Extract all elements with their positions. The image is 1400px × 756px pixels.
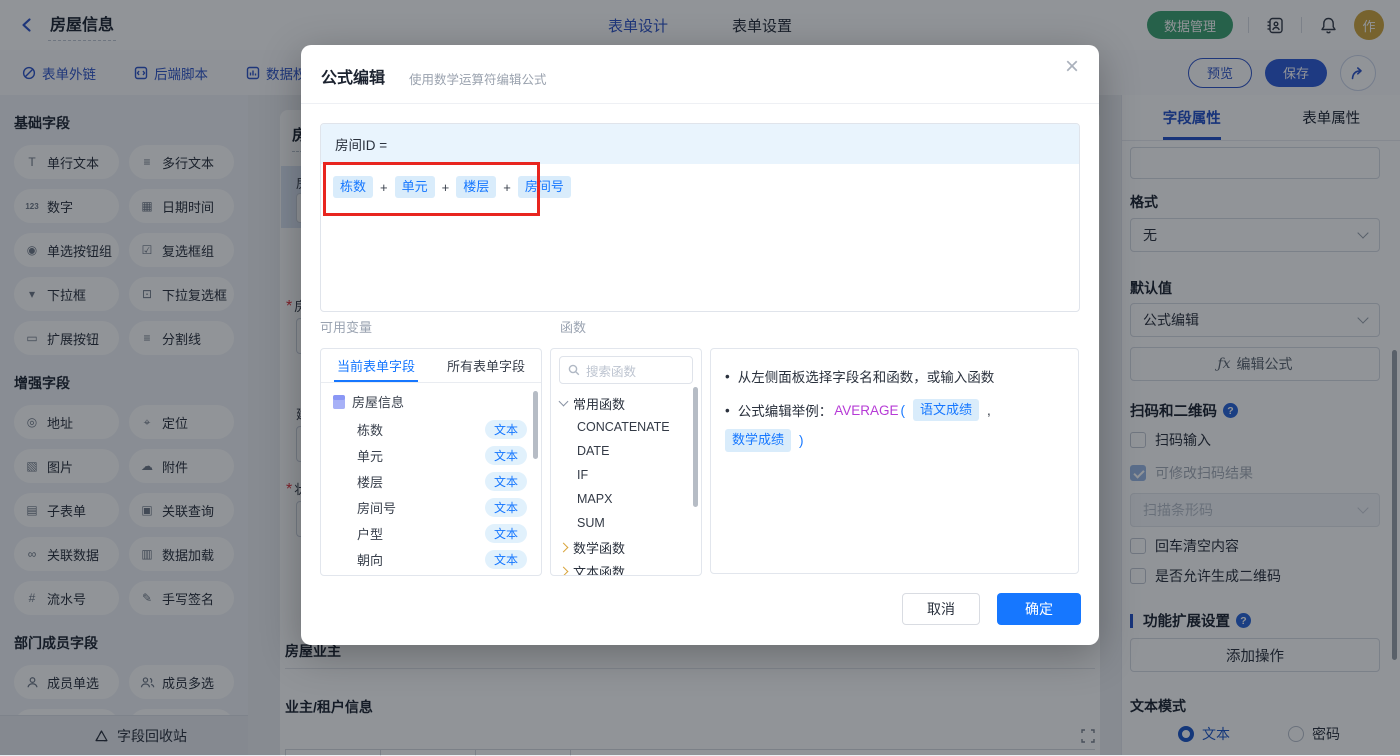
function-item[interactable]: MAPX (551, 487, 701, 511)
chevron-right-icon (559, 542, 569, 552)
example-arg-chip: 数学成绩 (725, 429, 791, 451)
variable-type-badge: 文本 (485, 420, 527, 439)
function-items: CONCATENATEDATEIFMAPXSUM (551, 415, 701, 535)
search-icon (568, 364, 580, 376)
form-node[interactable]: 房屋信息 (321, 383, 541, 416)
function-item[interactable]: CONCATENATE (551, 415, 701, 439)
functions-scrollbar-thumb[interactable] (693, 387, 698, 507)
tip-line-1: • 从左侧面板选择字段名和函数，或输入函数 (725, 366, 1064, 386)
variable-row[interactable]: 楼层 文本 (321, 468, 541, 494)
formula-editor-box[interactable]: 房间ID = 栋数 + 单元 + 楼层 + 房间号 (320, 123, 1080, 312)
tab-current-form-fields[interactable]: 当前表单字段 (321, 349, 431, 382)
variable-name: 楼层 (357, 472, 383, 491)
cancel-button[interactable]: 取消 (902, 593, 980, 625)
variable-type-badge: 文本 (485, 446, 527, 465)
modal-title: 公式编辑 (321, 64, 385, 88)
formula-editor-modal: 公式编辑 使用数学运算符编辑公式 × 房间ID = 栋数 + 单元 + 楼层 + 房间号 可… (301, 45, 1099, 645)
variables-scrollbar-thumb[interactable] (533, 391, 538, 459)
plus-operator: + (442, 180, 450, 195)
variable-name: 户型 (357, 524, 383, 543)
modal-subtitle: 使用数学运算符编辑公式 (409, 69, 547, 88)
tip-line-2: • 公式编辑举例：AVERAGE(语文成绩,数学成绩) (725, 399, 1064, 452)
variable-type-badge: 文本 (485, 472, 527, 491)
variable-row[interactable]: 单元 文本 (321, 442, 541, 468)
bullet: • (725, 403, 730, 418)
example-arg-chip: 语文成绩 (913, 399, 979, 421)
tips-panel: • 从左侧面板选择字段名和函数，或输入函数 • 公式编辑举例：AVERAGE(语… (710, 348, 1079, 574)
variables-panel: 当前表单字段 所有表单字段 房屋信息 栋数文本单元文本楼层文本房间号文本户型文本… (320, 348, 542, 576)
function-search-input[interactable]: 搜索函数 (559, 356, 693, 384)
formula-field-chip[interactable]: 房间号 (518, 176, 571, 198)
formula-field-chip[interactable]: 栋数 (333, 176, 373, 198)
chevron-down-icon (559, 397, 569, 407)
chevron-right-icon (559, 566, 569, 576)
variable-name: 朝向 (357, 550, 383, 569)
variable-type-badge: 文本 (485, 524, 527, 543)
plus-operator: + (503, 180, 511, 195)
variable-name: 栋数 (357, 420, 383, 439)
functions-label: 函数 (560, 317, 586, 336)
formula-field-chip[interactable]: 楼层 (456, 176, 496, 198)
close-icon[interactable]: × (1065, 55, 1079, 79)
variable-type-badge: 文本 (485, 498, 527, 517)
variable-name: 单元 (357, 446, 383, 465)
variable-row[interactable]: 朝向 文本 (321, 546, 541, 572)
variable-type-badge: 文本 (485, 550, 527, 569)
variable-row[interactable]: 栋数 文本 (321, 416, 541, 442)
function-item[interactable]: SUM (551, 511, 701, 535)
plus-operator: + (380, 180, 388, 195)
functions-panel: 搜索函数 常用函数 CONCATENATEDATEIFMAPXSUM 数学函数 … (550, 348, 702, 576)
formula-field-chip[interactable]: 单元 (395, 176, 435, 198)
bullet: • (725, 369, 730, 384)
variable-row[interactable]: 户型 文本 (321, 520, 541, 546)
variable-name: 房间号 (357, 498, 396, 517)
variable-list: 栋数文本单元文本楼层文本房间号文本户型文本朝向文本 (321, 416, 541, 572)
variables-label: 可用变量 (320, 317, 372, 336)
example-function-name: AVERAGE (834, 403, 898, 418)
formula-target: 房间ID = (321, 124, 1079, 164)
formula-expression[interactable]: 栋数 + 单元 + 楼层 + 房间号 (321, 164, 1079, 198)
confirm-button[interactable]: 确定 (997, 593, 1081, 625)
function-group-text[interactable]: 文本函数 (551, 559, 701, 576)
function-group-common[interactable]: 常用函数 (551, 391, 701, 415)
modal-header-divider (301, 103, 1099, 104)
form-doc-icon (333, 395, 345, 409)
function-item[interactable]: IF (551, 463, 701, 487)
function-item[interactable]: DATE (551, 439, 701, 463)
variable-row[interactable]: 房间号 文本 (321, 494, 541, 520)
tab-all-form-fields[interactable]: 所有表单字段 (431, 349, 541, 382)
search-placeholder: 搜索函数 (586, 361, 636, 380)
function-group-math[interactable]: 数学函数 (551, 535, 701, 559)
